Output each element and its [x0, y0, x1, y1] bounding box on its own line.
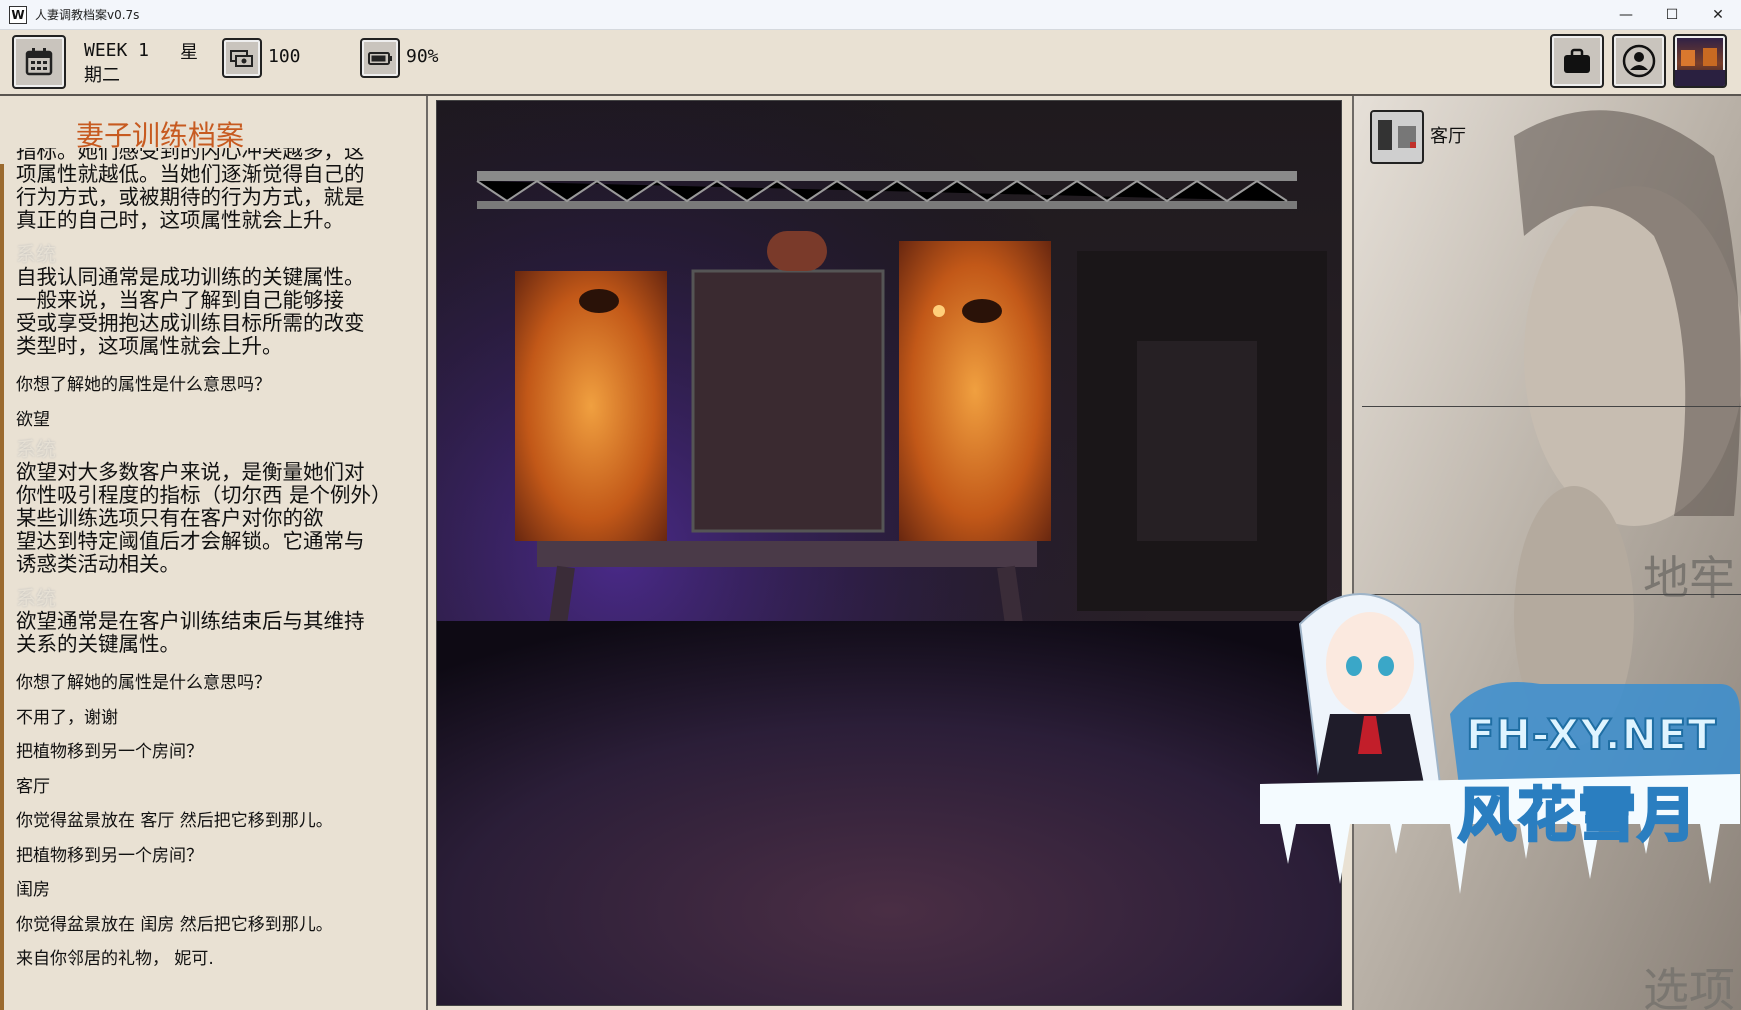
room-thumbnail-button[interactable] — [1370, 110, 1424, 164]
log-line: 来自你邻居的礼物， 妮可. — [16, 949, 214, 969]
briefcase-icon — [1564, 48, 1590, 73]
log-text-line: 行为方式，或被期待的行为方式，就是 — [16, 185, 365, 209]
money-value: 100 — [268, 46, 301, 67]
log-line: 客厅 — [16, 776, 50, 797]
money-button[interactable] — [222, 38, 262, 78]
log-text-line: 望达到特定阈值后才会解锁。它通常与 — [16, 529, 365, 553]
log-text-line: 欲望对大多数客户来说，是衡量她们对 — [16, 460, 365, 484]
day-char: 星 — [180, 42, 198, 63]
log-line: 你想了解她的属性是什么意思吗？ — [16, 673, 271, 693]
log-line: 把植物移到另一个房间？ — [16, 845, 203, 866]
contact-button[interactable] — [1612, 34, 1666, 88]
log-text-line: 指标。她们感受到的内心冲突越多，这 — [16, 148, 365, 163]
minimize-button[interactable]: — — [1603, 0, 1649, 30]
log-text-line: 自我认同通常是成功训练的关键属性。 — [16, 265, 365, 289]
day-label: 期二 — [84, 65, 120, 86]
log-text-line: 一般来说，当客户了解到自己能够接 — [16, 288, 344, 312]
log-accent-bar — [0, 164, 4, 1010]
contact-icon — [1622, 44, 1656, 78]
battery-icon — [368, 52, 392, 65]
log-text-line: 关系的关键属性。 — [16, 632, 180, 656]
location-thumbnail-button[interactable] — [1673, 34, 1727, 88]
log-line: 你觉得盆景放在 闺房 然后把它移到那儿。 — [16, 914, 333, 935]
log-text-line: 类型时，这项属性就会上升。 — [16, 334, 283, 358]
log-line: 闺房 — [16, 880, 50, 900]
calendar-button[interactable] — [12, 35, 66, 89]
log-text-line: 欲望通常是在客户训练结束后与其维持 — [16, 609, 365, 633]
briefcase-button[interactable] — [1550, 34, 1604, 88]
options-button[interactable]: 选项 — [1643, 954, 1735, 1010]
money-icon — [230, 50, 253, 67]
log-text-line: 受或享受拥抱达成训练目标所需的改变 — [16, 311, 365, 335]
log-line: 你觉得盆景放在 客厅 然后把它移到那儿。 — [16, 811, 333, 831]
window-title: 人妻调教档案v0.7s — [35, 8, 140, 22]
log-body[interactable]: 指标。她们感受到的内心冲突越多，这 项属性就越低。当她们逐渐觉得自己的 行为方式，或… — [16, 148, 426, 1010]
battery-button[interactable] — [360, 38, 400, 78]
maximize-button[interactable]: ☐ — [1649, 0, 1695, 30]
system-label: 系统 — [16, 437, 56, 461]
log-system-message: 系统 自我认同通常是成功训练的关键属性。 一般来说，当客户了解到自己能够接 受或享受拥… — [16, 242, 426, 358]
game-hud: WEEK 1 星 期二 100 90% — [0, 30, 1741, 96]
log-text-line: 项属性就越低。当她们逐渐觉得自己的 — [16, 162, 365, 186]
window-titlebar: W 人妻调教档案v0.7s — ☐ ✕ — [0, 0, 1741, 30]
log-text-line: 真正的自己时，这项属性就会上升。 — [16, 208, 344, 232]
watermark-site: FH-XY.NET — [1465, 709, 1718, 760]
room-thumbnail — [1372, 112, 1422, 162]
close-button[interactable]: ✕ — [1695, 0, 1741, 30]
training-log-panel: 妻子训练档案 指标。她们感受到的内心冲突越多，这 项属性就越低。当她们逐渐觉得自己… — [0, 96, 428, 1010]
log-text-line: 你性吸引程度的指标（切尔西 是个例外） — [16, 483, 392, 507]
system-label: 系统 — [16, 586, 56, 610]
log-line: 你想了解她的属性是什么意思吗？ — [16, 375, 271, 395]
log-paragraph: 指标。她们感受到的内心冲突越多，这 项属性就越低。当她们逐渐觉得自己的 行为方式，或… — [16, 148, 426, 232]
log-system-message: 系统 欲望通常是在客户训练结束后与其维持 关系的关键属性。 — [16, 586, 426, 656]
week-label: WEEK 1 — [84, 40, 150, 61]
battery-value: 90% — [406, 46, 439, 67]
watermark-name: 风花雪月 — [1456, 780, 1699, 851]
log-line: 不用了，谢谢 — [16, 707, 118, 728]
panel-divider-top — [1362, 406, 1741, 407]
app-icon: W — [9, 5, 27, 24]
system-label: 系统 — [16, 242, 56, 266]
log-line: 把植物移到另一个房间？ — [16, 742, 203, 762]
log-line: 欲望 — [16, 409, 50, 430]
log-system-message: 系统 欲望对大多数客户来说，是衡量她们对 你性吸引程度的指标（切尔西 是个例外） 某些… — [16, 437, 426, 576]
calendar-icon — [25, 48, 53, 76]
room-label: 客厅 — [1430, 126, 1466, 147]
location-thumbnail — [1675, 48, 1725, 86]
log-text-line: 某些训练选项只有在客户对你的欲 — [16, 506, 324, 530]
window-controls: — ☐ ✕ — [1603, 0, 1741, 30]
log-text-line: 诱惑类活动相关。 — [16, 552, 180, 576]
